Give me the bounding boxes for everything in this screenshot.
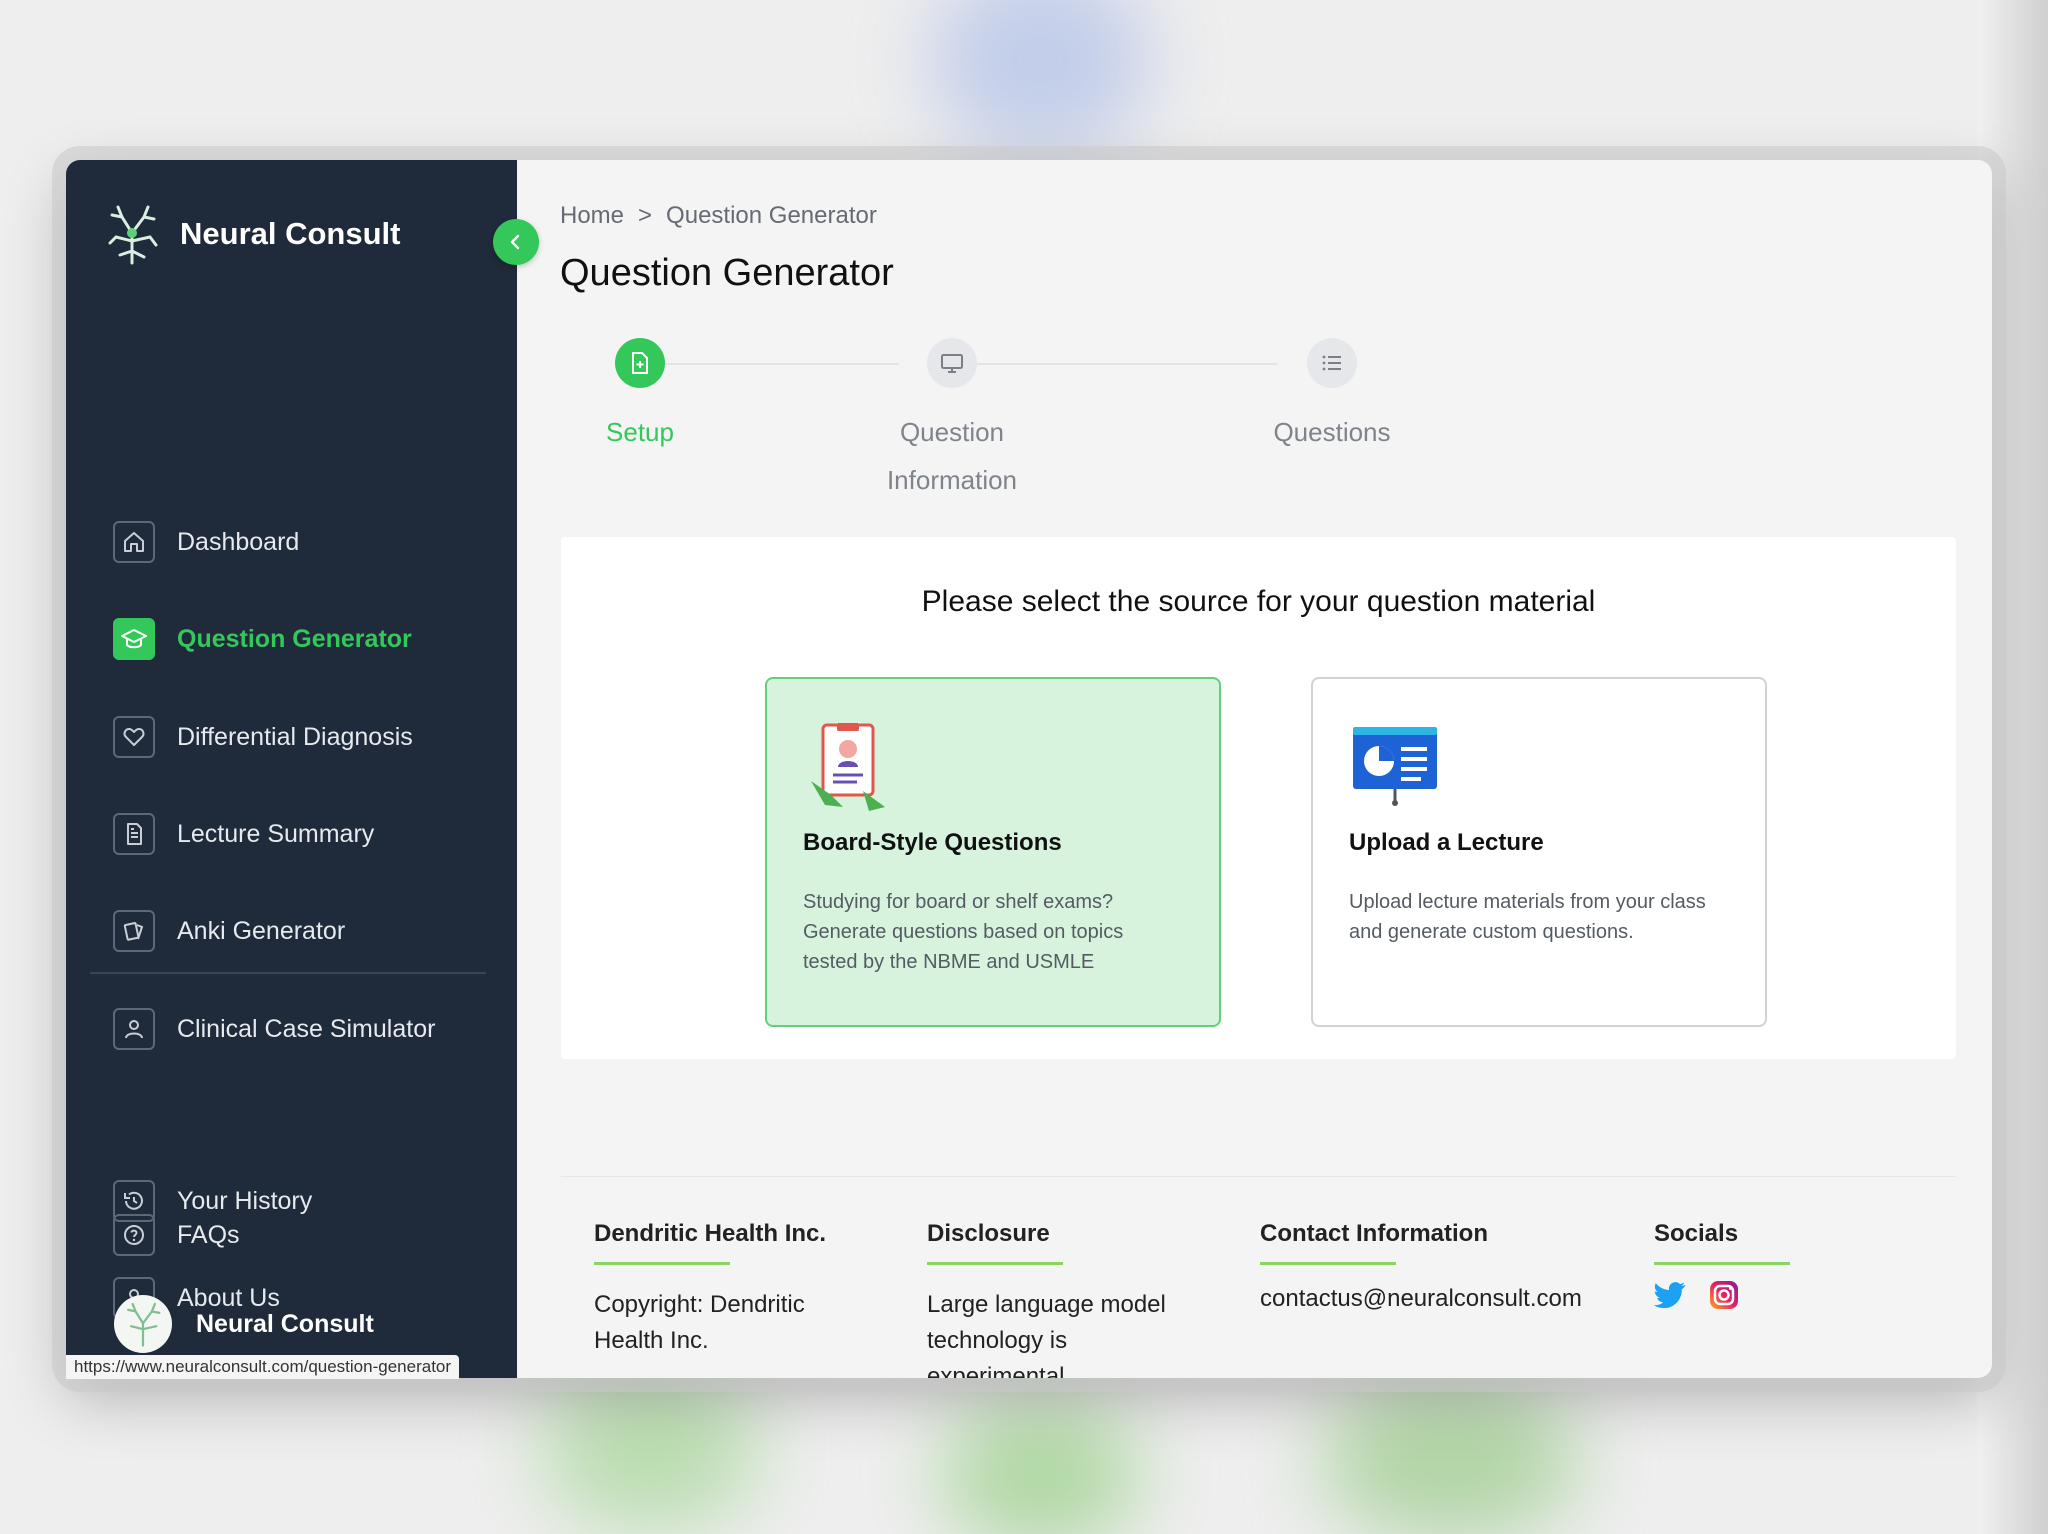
page-title: Question Generator [560,252,894,294]
neuron-logo-icon [127,1302,161,1347]
sidebar-item-clinical-case-simulator[interactable]: Clinical Case Simulator [113,1007,435,1051]
home-icon [113,521,155,563]
avatar [114,1295,172,1353]
upload-lecture-card[interactable]: Upload a Lecture Upload lecture material… [1311,677,1767,1027]
user-name: Neural Consult [196,1309,374,1338]
step-label-line: Question [899,417,1005,447]
breadcrumb-home[interactable]: Home [560,202,624,230]
card-description: Studying for board or shelf exams? Gener… [803,891,1124,973]
brand[interactable]: Neural Consult [106,202,400,266]
sidebar-item-label: Differential Diagnosis [177,722,413,751]
heart-icon [113,716,155,758]
monitor-icon [927,338,977,388]
footer-text: Copyright: Dendritic Health Inc. [594,1287,826,1359]
neuron-logo-icon [108,205,158,265]
sidebar-item-label: Lecture Summary [177,819,375,848]
sidebar-item-label: Clinical Case Simulator [177,1014,436,1043]
footer-divider [561,1176,1956,1177]
person-icon [113,1008,155,1050]
main-content: Home > Question Generator Question Gener… [517,160,1992,1378]
document-icon [113,813,155,855]
footer-text-line: Large language model [927,1291,1166,1318]
footer-text-line: Health Inc. [594,1327,709,1354]
background-blur [1320,1380,1580,1534]
user-profile[interactable]: Neural Consult [114,1295,374,1353]
step-label-line: Information [886,465,1018,495]
social-links [1654,1279,1790,1311]
presentation-icon [1353,727,1437,806]
card-description: Upload lecture materials from your class… [1349,891,1706,943]
sidebar-divider [90,972,486,974]
contact-email-link[interactable]: contactus@neuralconsult.com [1260,1281,1582,1317]
footer-underline [927,1262,1063,1265]
sidebar-item-label: FAQs [177,1220,240,1249]
sidebar-item-lecture-summary[interactable]: Lecture Summary [113,812,374,856]
sidebar-item-label: Dashboard [177,527,300,556]
footer-text-line: Copyright: Dendritic [594,1291,805,1318]
footer-socials: Socials [1654,1220,1790,1311]
step-question-information[interactable]: Question Information [832,338,1072,504]
board-style-questions-card[interactable]: Board-Style Questions Studying for board… [765,677,1221,1027]
source-selection-panel: Please select the source for your questi… [561,537,1956,1059]
footer-heading: Dendritic Health Inc. [594,1220,827,1247]
collapse-sidebar-button[interactable] [493,219,539,265]
footer-disclosure: Disclosure Large language model technolo… [927,1220,1166,1378]
sidebar-item-differential-diagnosis[interactable]: Differential Diagnosis [113,715,413,759]
step-label: Questions [1273,417,1391,447]
footer-heading: Disclosure [927,1220,1050,1247]
sidebar-item-question-generator[interactable]: Question Generator [113,617,412,661]
cards-icon [113,910,155,952]
status-bar-url: https://www.neuralconsult.com/question-g… [66,1355,460,1379]
step-label: Question Information [832,408,1072,504]
sidebar-item-label: Question Generator [177,624,412,653]
clipboard-icon [811,723,885,811]
app-window: Neural Consult Dashboard Question Genera… [66,160,1992,1378]
breadcrumb-separator: > [638,202,653,229]
footer-text-line: technology is [927,1327,1068,1354]
breadcrumb: Home > Question Generator [560,202,877,230]
step-label: Setup [606,417,674,447]
sidebar-item-anki-generator[interactable]: Anki Generator [113,909,345,953]
sidebar-item-dashboard[interactable]: Dashboard [113,520,299,564]
brand-name: Neural Consult [180,216,401,251]
step-questions[interactable]: Questions [1232,338,1432,456]
card-title: Board-Style Questions [803,829,1062,856]
background-blur [540,1370,760,1530]
footer-contact: Contact Information contactus@neuralcons… [1260,1220,1582,1317]
twitter-icon[interactable] [1654,1281,1686,1309]
instagram-icon[interactable] [1708,1279,1740,1311]
background-blur [940,1400,1140,1534]
footer-heading: Socials [1654,1220,1739,1247]
sidebar-item-faqs[interactable]: FAQs [113,1213,240,1257]
footer-text: Large language model technology is exper… [927,1287,1166,1378]
panel-title: Please select the source for your questi… [921,585,1596,618]
graduation-cap-icon [113,618,155,660]
list-icon [1307,338,1357,388]
step-setup[interactable]: Setup [560,338,720,456]
footer-heading: Contact Information [1260,1220,1488,1247]
footer-underline [1654,1262,1790,1265]
sidebar-item-label: Anki Generator [177,916,346,945]
footer-underline [1260,1262,1396,1265]
footer-company: Dendritic Health Inc. Copyright: Dendrit… [594,1220,826,1359]
file-plus-icon [615,338,665,388]
background-blur [930,0,1150,160]
card-title: Upload a Lecture [1349,829,1544,856]
footer-text-line: experimental [927,1363,1065,1378]
breadcrumb-current: Question Generator [666,202,877,229]
sidebar: Neural Consult Dashboard Question Genera… [66,160,517,1378]
footer-underline [594,1262,730,1265]
chevron-left-icon [510,234,520,250]
question-icon [113,1214,155,1256]
sidebar-item-label: Your History [177,1186,313,1215]
